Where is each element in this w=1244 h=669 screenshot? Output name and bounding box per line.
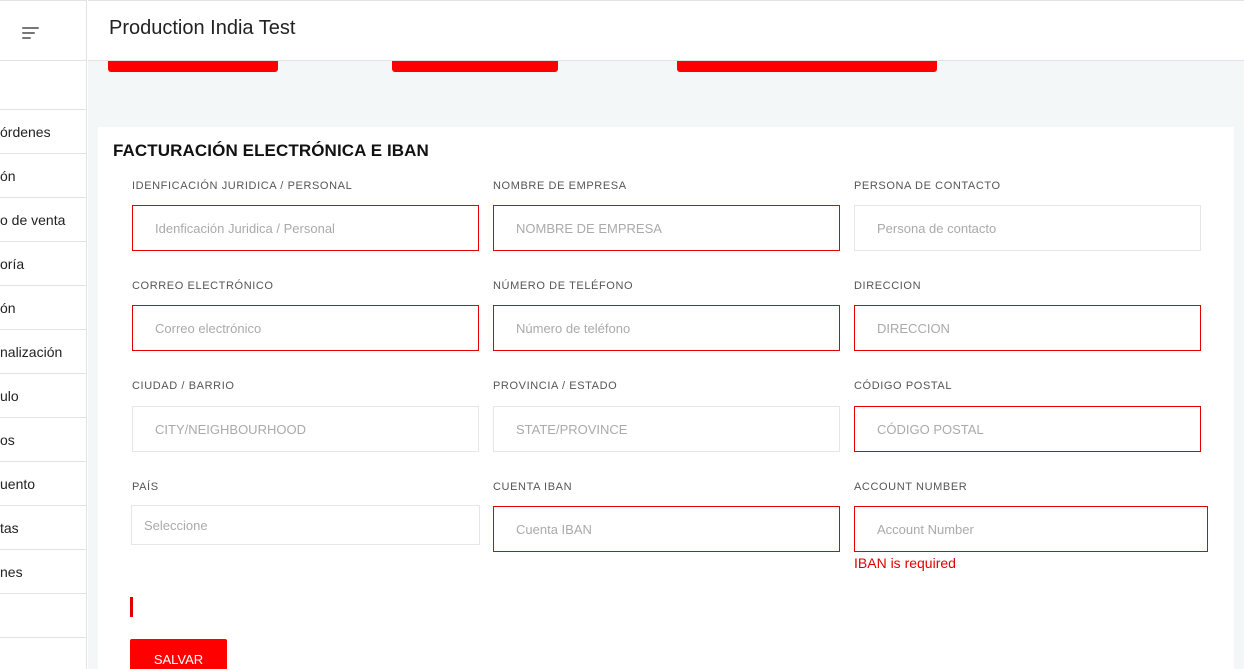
company-name-input[interactable] (493, 205, 840, 251)
top-header: Production India Test (88, 0, 1244, 61)
email-input[interactable] (132, 305, 479, 351)
sidebar-item-orders[interactable]: órdenes (0, 110, 86, 154)
postal-code-label: CÓDIGO POSTAL (854, 380, 953, 392)
account-number-input[interactable] (854, 506, 1208, 552)
sidebar-item-10[interactable]: tas (0, 506, 86, 550)
sidebar: órdenes ón o de venta oría ón nalización… (0, 0, 87, 669)
contact-person-input[interactable] (854, 205, 1201, 251)
phone-label: NÚMERO DE TELÉFONO (493, 280, 634, 292)
company-name-label: NOMBRE DE EMPRESA (493, 180, 627, 192)
error-indicator-bar (130, 597, 133, 617)
billing-iban-card: FACTURACIÓN ELECTRÓNICA E IBAN IDENFICAC… (98, 127, 1234, 669)
sidebar-menu: órdenes ón o de venta oría ón nalización… (0, 109, 86, 594)
sidebar-item-8[interactable]: os (0, 418, 86, 462)
account-number-error: IBAN is required (854, 555, 956, 571)
save-button[interactable]: SALVAR (130, 639, 227, 669)
address-input[interactable] (854, 305, 1201, 351)
sidebar-item-point-of-sale[interactable]: o de venta (0, 198, 86, 242)
sidebar-item-label: tas (0, 519, 19, 536)
legal-id-label: IDENFICACIÓN JURIDICA / PERSONAL (132, 180, 353, 192)
address-label: DIRECCION (854, 280, 922, 292)
sidebar-divider (0, 637, 86, 638)
country-select[interactable]: Seleccione (131, 505, 480, 545)
menu-toggle-icon[interactable] (22, 27, 40, 39)
top-action-button-1[interactable] (108, 61, 278, 72)
account-number-label: ACCOUNT NUMBER (854, 481, 968, 493)
province-label: PROVINCIA / ESTADO (493, 380, 618, 392)
city-input[interactable] (132, 406, 479, 452)
sidebar-item-11[interactable]: nes (0, 550, 86, 594)
iban-label: CUENTA IBAN (493, 481, 573, 493)
sidebar-item-5[interactable]: ón (0, 286, 86, 330)
page-title: Production India Test (109, 17, 296, 39)
postal-code-input[interactable] (854, 406, 1201, 452)
sidebar-item-label: o de venta (0, 211, 66, 228)
sidebar-item-label: os (0, 431, 15, 448)
email-label: CORREO ELECTRÓNICO (132, 280, 274, 292)
sidebar-item-category[interactable]: oría (0, 242, 86, 286)
sidebar-item-label: oría (0, 255, 25, 272)
province-input[interactable] (493, 406, 840, 452)
top-action-button-2[interactable] (392, 61, 558, 72)
sidebar-header (0, 0, 86, 61)
sidebar-item-label: ón (0, 167, 16, 184)
country-label: PAÍS (132, 481, 159, 493)
sidebar-item-label: órdenes (0, 123, 51, 140)
sidebar-item-label: ón (0, 299, 16, 316)
sidebar-item-label: uento (0, 475, 36, 492)
sidebar-item-label: nes (0, 563, 23, 580)
top-action-button-3[interactable] (677, 61, 937, 72)
legal-id-input[interactable] (132, 205, 479, 251)
sidebar-item-discount[interactable]: uento (0, 462, 86, 506)
city-label: CIUDAD / BARRIO (132, 380, 235, 392)
sidebar-item-article[interactable]: ulo (0, 374, 86, 418)
iban-input[interactable] (493, 506, 840, 552)
sidebar-item-2[interactable]: ón (0, 154, 86, 198)
sidebar-item-customization[interactable]: nalización (0, 330, 86, 374)
section-title: FACTURACIÓN ELECTRÓNICA E IBAN (113, 141, 429, 160)
phone-input[interactable] (493, 305, 840, 351)
sidebar-item-label: ulo (0, 387, 19, 404)
sidebar-item-label: nalización (0, 343, 63, 360)
contact-person-label: PERSONA DE CONTACTO (854, 180, 1001, 192)
country-select-value: Seleccione (144, 517, 208, 533)
